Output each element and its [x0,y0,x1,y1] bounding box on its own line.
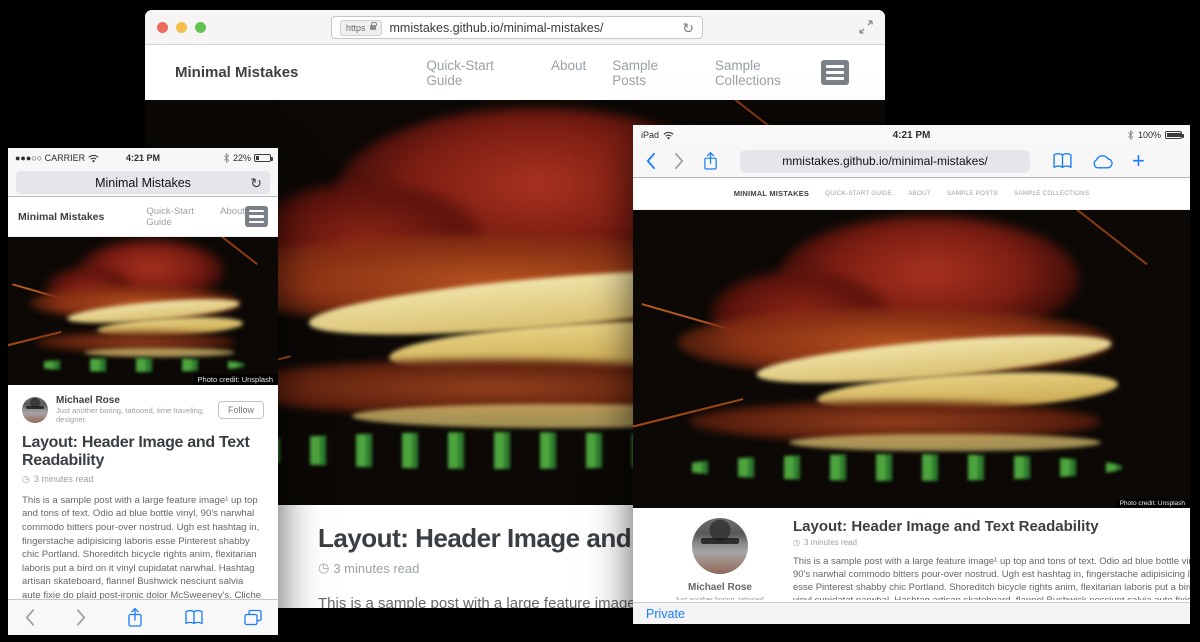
wifi-icon [663,131,674,140]
nav-about[interactable]: About [220,206,245,228]
author-bio: Just another boring, tattooed, time trav… [56,406,210,424]
nav-sample-posts[interactable]: SAMPLE POSTS [947,190,998,197]
nav-quick-start-guide[interactable]: QUICK-START GUIDE [825,190,892,197]
author-row: Michael Rose Just another boring, tattoo… [22,395,264,424]
minimize-window-button[interactable] [176,22,187,33]
reload-icon[interactable]: ↻ [250,176,262,190]
safari-bottom-toolbar [8,599,278,635]
battery-icon [254,154,271,162]
ipad-article: Michael Rose Just another boring, tattoo… [633,508,1190,600]
nav-sample-collections[interactable]: SAMPLE COLLECTIONS [1014,190,1089,197]
bookmarks-icon[interactable] [184,609,204,626]
safari-toolbar: mmistakes.github.io/minimal-mistakes/ + [633,145,1190,178]
share-icon[interactable] [703,151,718,171]
masthead-nav: Quick-Start Guide About [146,206,245,228]
clock-icon: ◷ [318,560,329,576]
post-body: This is a sample post with a large featu… [793,555,1190,600]
follow-button[interactable]: Follow [218,401,264,419]
forward-icon[interactable] [76,608,87,627]
post-title: Layout: Header Image and Text Readabilit… [22,434,264,470]
back-icon[interactable] [645,152,656,170]
ipad-screen: iPad 4:21 PM 100% mmistakes.github.io/mi… [633,125,1190,624]
iphone-url-row: Minimal Mistakes ↻ [8,168,278,197]
author-bio: Just another boring, tattooed, [674,597,765,600]
share-icon[interactable] [127,607,143,628]
zoom-window-button[interactable] [195,22,206,33]
site-title-link[interactable]: Minimal Mistakes [18,211,104,223]
author-name: Michael Rose [688,582,752,593]
hamburger-menu-button[interactable] [245,206,268,227]
leaf-photo: Photo credit: Unsplash [8,237,278,385]
iphone-screen: ●●●○○ CARRIER 4:21 PM 22% Minimal Mistak… [8,148,278,635]
private-button[interactable]: Private [646,607,685,621]
traffic-lights [157,22,214,33]
nav-about[interactable]: About [551,58,586,88]
private-browsing-bar: Private [633,602,1190,624]
browser-toolbar: https mmistakes.github.io/minimal-mistak… [145,10,885,45]
author-avatar [22,397,48,423]
site-masthead: Minimal Mistakes Quick-Start Guide About… [145,45,885,100]
address-bar[interactable]: Minimal Mistakes ↻ [16,171,270,194]
author-name: Michael Rose [56,395,210,406]
https-badge: https [340,20,382,36]
battery-icon [1165,131,1182,139]
https-label: https [346,23,366,33]
photo-credit: Photo credit: Unsplash [1115,499,1190,508]
author-sidebar: Michael Rose Just another boring, tattoo… [661,518,779,600]
nav-sample-collections[interactable]: Sample Collections [715,58,821,88]
icloud-tabs-icon[interactable] [1091,154,1114,169]
site-title-link[interactable]: Minimal Mistakes [175,64,298,81]
close-window-button[interactable] [157,22,168,33]
read-time: ◷ 3 minutes read [22,474,264,485]
site-masthead: Minimal Mistakes Quick-Start Guide About [8,197,278,237]
back-icon[interactable] [24,608,35,627]
post-body-p1: This is a sample post with a large featu… [22,494,264,599]
nav-quick-start-guide[interactable]: Quick-Start Guide [146,206,206,228]
author-avatar [692,518,748,574]
read-time: ◷ 3 minutes read [793,538,1190,547]
url-text: mmistakes.github.io/minimal-mistakes/ [390,21,683,35]
leaf-photo: Photo credit: Unsplash [633,210,1190,508]
address-bar[interactable]: mmistakes.github.io/minimal-mistakes/ [740,150,1030,173]
nav-sample-posts[interactable]: Sample Posts [612,58,689,88]
lock-icon [370,25,376,30]
site-title-link[interactable]: MINIMAL MISTAKES [734,189,809,198]
url-text: mmistakes.github.io/minimal-mistakes/ [782,154,987,168]
forward-icon[interactable] [674,152,685,170]
battery-percent: 100% [1138,130,1161,140]
device-label: iPad [641,130,659,140]
status-time: 4:21 PM [633,130,1190,141]
nav-about[interactable]: ABOUT [908,190,931,197]
clock-icon: ◷ [793,538,800,547]
address-bar[interactable]: https mmistakes.github.io/minimal-mistak… [331,16,703,39]
fullscreen-icon[interactable] [859,20,873,34]
masthead-nav: Quick-Start Guide About Sample Posts Sam… [426,58,821,88]
bluetooth-icon [223,153,230,163]
reload-icon[interactable]: ↻ [682,21,694,35]
site-masthead: MINIMAL MISTAKES QUICK-START GUIDE ABOUT… [633,178,1190,210]
clock-icon: ◷ [22,474,30,485]
iphone-status-bar: ●●●○○ CARRIER 4:21 PM 22% [8,148,278,168]
url-text: Minimal Mistakes [95,176,191,190]
tabs-icon[interactable] [244,609,262,626]
ipad-status-bar: iPad 4:21 PM 100% [633,125,1190,145]
bluetooth-icon [1127,130,1134,140]
battery-percent: 22% [233,153,251,163]
new-tab-icon[interactable]: + [1132,150,1145,172]
hamburger-menu-button[interactable] [821,60,849,85]
bookmarks-icon[interactable] [1052,152,1073,170]
post-title: Layout: Header Image and Text Readabilit… [793,518,1190,535]
nav-quick-start-guide[interactable]: Quick-Start Guide [426,58,525,88]
photo-credit: Photo credit: Unsplash [193,374,278,385]
iphone-article: Michael Rose Just another boring, tattoo… [8,385,278,599]
